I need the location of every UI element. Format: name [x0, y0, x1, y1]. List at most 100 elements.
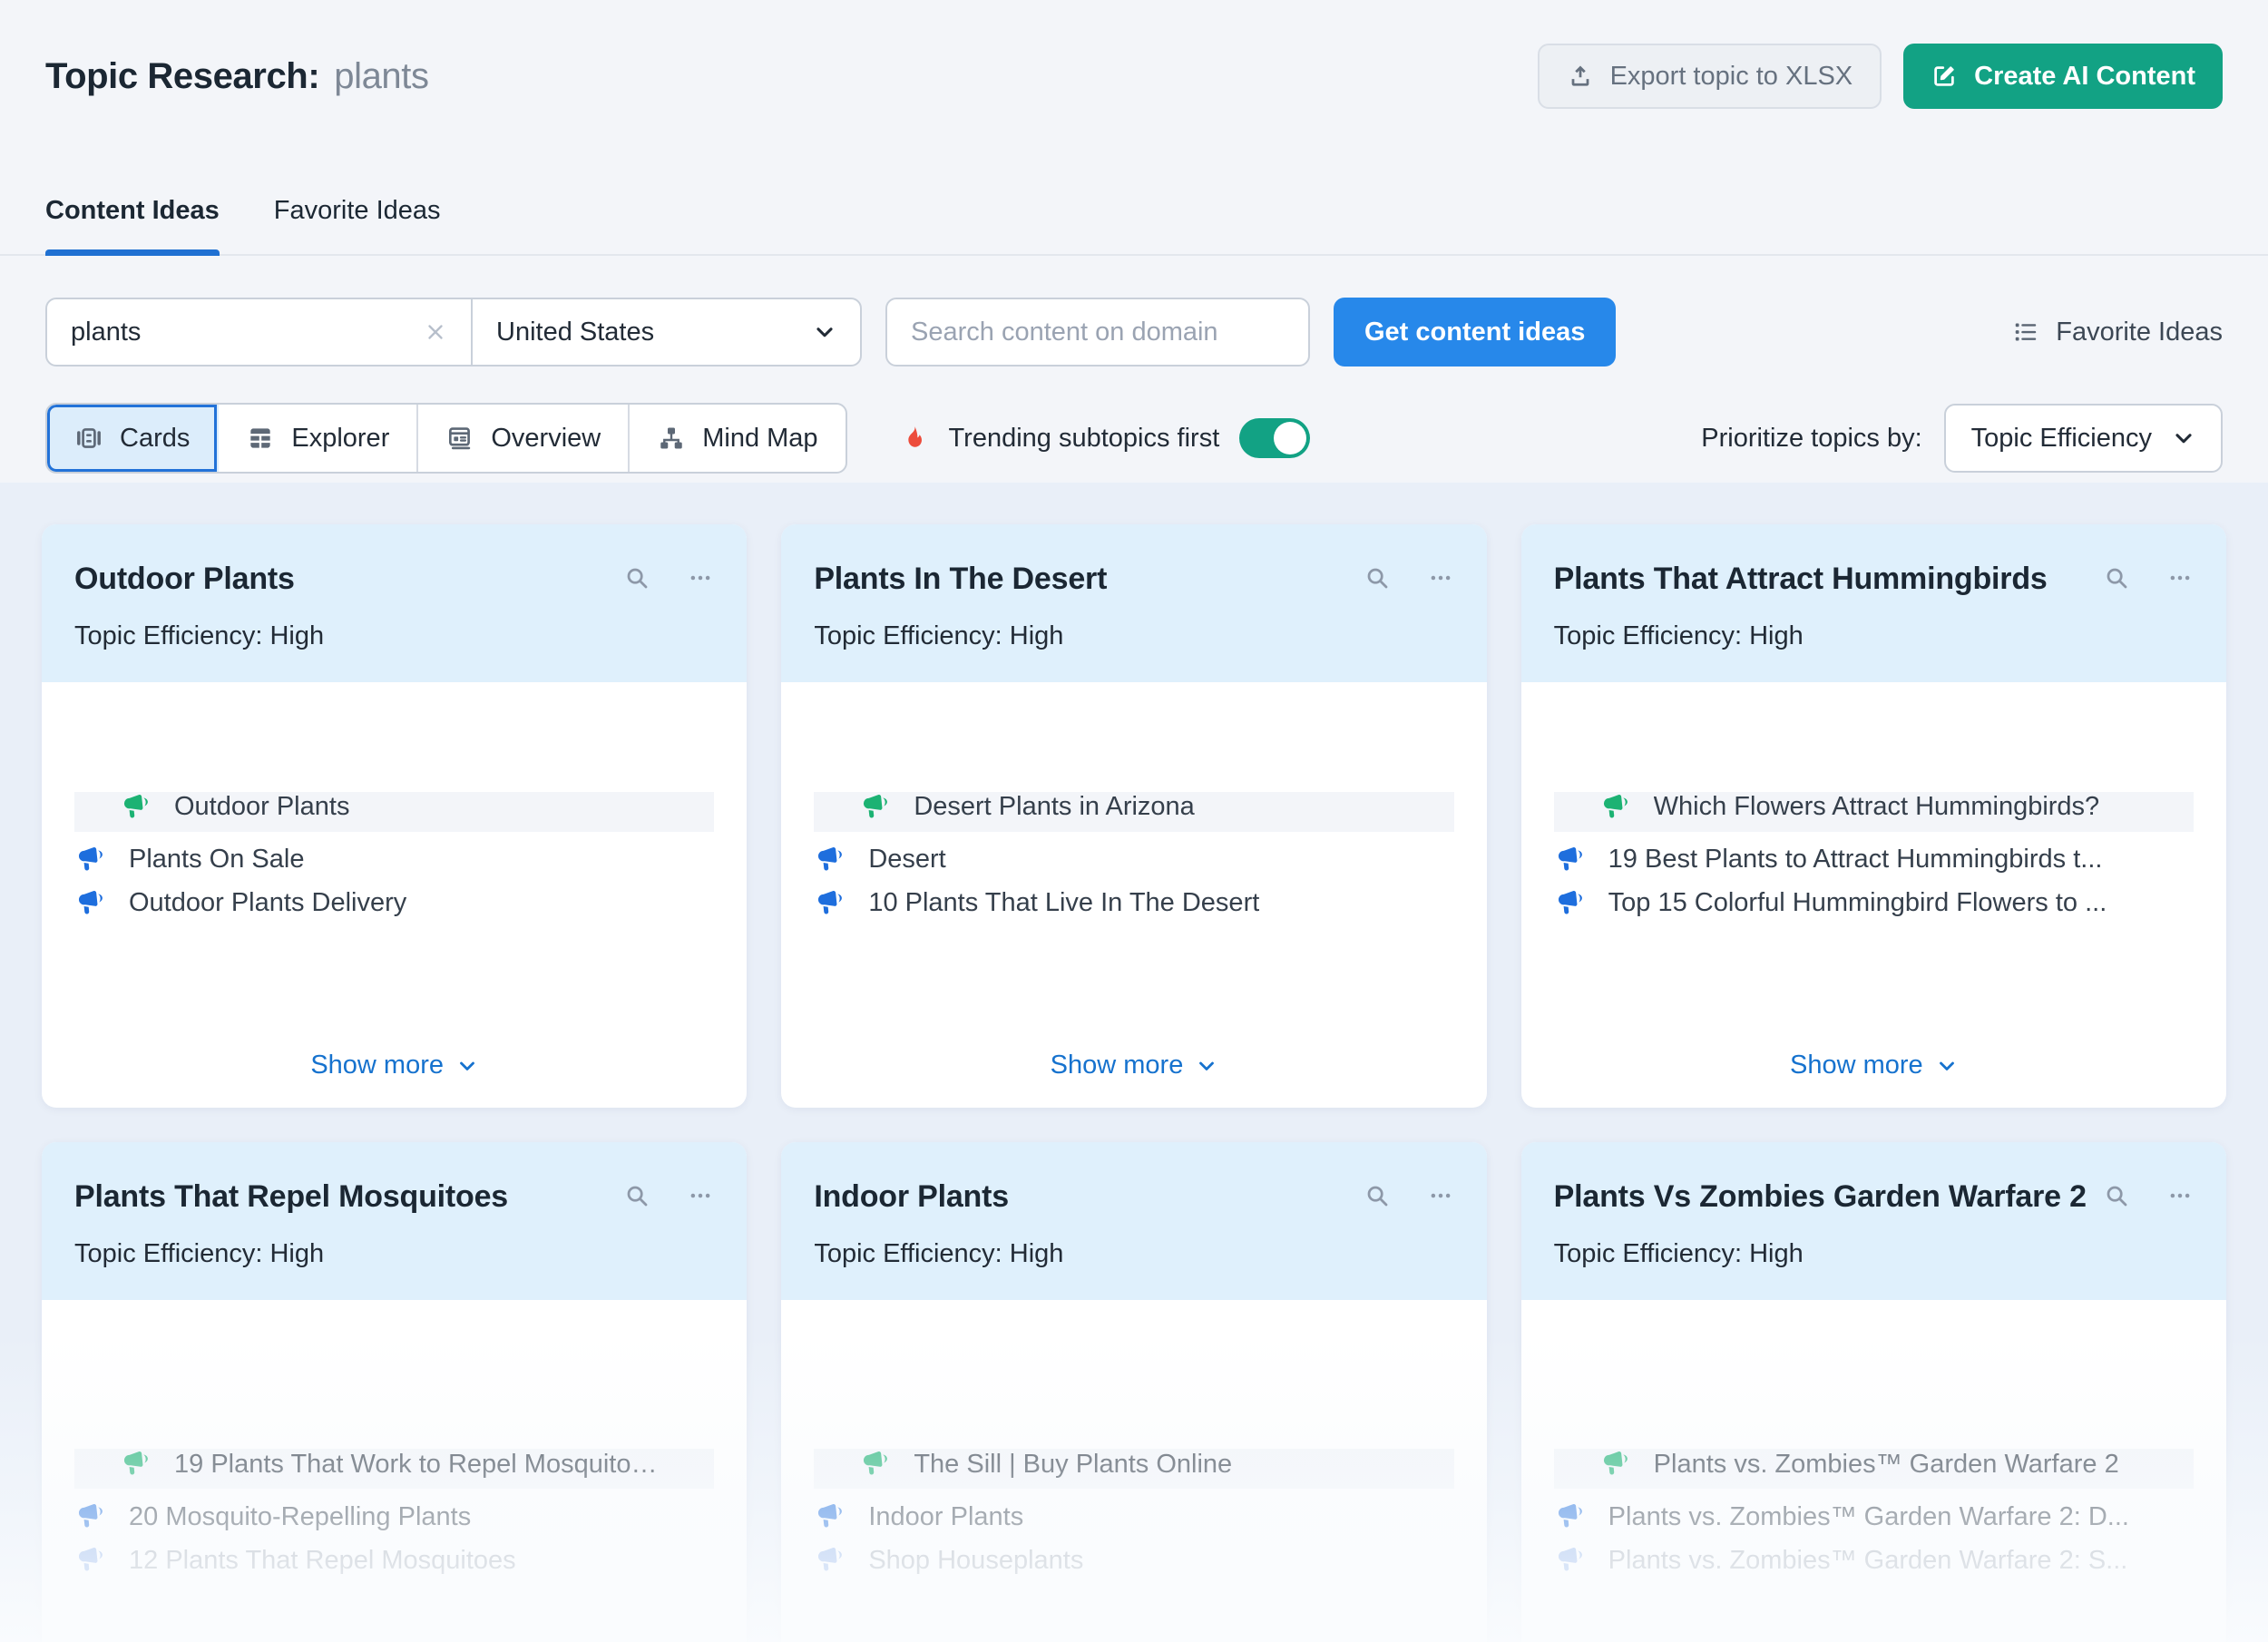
create-ai-content-button[interactable]: Create AI Content: [1903, 44, 2223, 109]
show-more-label: Show more: [310, 1051, 444, 1080]
topic-card-title[interactable]: Plants Vs Zombies Garden Warfare 2: [1554, 1173, 2103, 1221]
domain-search-input[interactable]: [885, 298, 1310, 367]
topic-card-body: Desert Plants in Arizona Desert 10 Plants …: [781, 682, 1486, 1108]
subtopic-item[interactable]: The Sill | Buy Plants Online: [814, 1449, 1453, 1489]
subtopic-item[interactable]: Shop Houseplants: [814, 1545, 1453, 1576]
topic-card-body: Outdoor Plants Plants On Sale Outdoor Plan…: [42, 682, 747, 1108]
view-button-explorer[interactable]: Explorer: [219, 405, 418, 472]
topic-card: Plants In The DesertTopic Efficiency: Hi…: [781, 524, 1486, 1108]
view-toolbar: Cards Explorer Overview Mind Map Trending s…: [45, 403, 2223, 474]
subtopic-item[interactable]: 19 Plants That Work to Repel Mosquitos i…: [74, 1449, 714, 1489]
ellipsis-menu-icon[interactable]: [687, 564, 714, 591]
topic-card-title[interactable]: Plants That Repel Mosquitoes: [74, 1173, 623, 1221]
ellipsis-menu-icon[interactable]: [2166, 564, 2194, 591]
export-topic-button[interactable]: Export topic to XLSX: [1538, 44, 1882, 109]
prioritize-value: Topic Efficiency: [1971, 424, 2152, 454]
keyword-input[interactable]: [71, 318, 413, 347]
tab-favorite-ideas[interactable]: Favorite Ideas: [274, 194, 441, 254]
megaphone-icon: [74, 845, 105, 875]
topic-card-title[interactable]: Plants That Attract Hummingbirds: [1554, 555, 2103, 603]
subtopic-item[interactable]: Desert: [814, 845, 1453, 875]
view-button-overview[interactable]: Overview: [418, 405, 630, 472]
prioritize-select[interactable]: Topic Efficiency: [1944, 404, 2223, 473]
subtopic-item[interactable]: Desert Plants in Arizona: [814, 792, 1453, 832]
topic-card-title[interactable]: Indoor Plants: [814, 1173, 1363, 1221]
table-icon: [246, 424, 275, 453]
country-select[interactable]: United States: [473, 299, 860, 365]
trending-label: Trending subtopics first: [949, 424, 1220, 454]
topic-card-title[interactable]: Plants In The Desert: [814, 555, 1363, 603]
flame-icon: [900, 424, 929, 453]
topic-card-body: Plants vs. Zombies™ Garden Warfare 2 Plan…: [1521, 1300, 2226, 1642]
header-actions: Export topic to XLSX Create AI Content: [1538, 44, 2223, 109]
topic-efficiency-label: Topic Efficiency: High: [1554, 1239, 2194, 1269]
search-icon[interactable]: [2103, 1182, 2130, 1209]
ellipsis-menu-icon[interactable]: [1427, 564, 1454, 591]
topic-card: Plants That Repel MosquitoesTopic Effici…: [42, 1142, 747, 1642]
subtopic-list: The Sill | Buy Plants Online Indoor Plant…: [814, 1436, 1453, 1588]
search-icon[interactable]: [623, 1182, 650, 1209]
subtopic-item[interactable]: Indoor Plants: [814, 1501, 1453, 1532]
page-header-section: Topic Research: plants Export topic to X…: [0, 0, 2268, 483]
cards-icon: [74, 424, 103, 453]
get-content-ideas-button[interactable]: Get content ideas: [1334, 298, 1616, 367]
search-icon[interactable]: [623, 564, 650, 591]
trending-toggle[interactable]: [1239, 418, 1310, 458]
keyword-field: [47, 299, 471, 365]
topic-card-actions: [1364, 564, 1454, 591]
ellipsis-menu-icon[interactable]: [2166, 1182, 2194, 1209]
view-button-label: Mind Map: [702, 424, 817, 454]
chevron-down-icon: [456, 1055, 478, 1077]
megaphone-icon: [1554, 845, 1585, 875]
topic-card-header-top: Plants That Repel Mosquitoes: [74, 1173, 714, 1221]
topic-card-header-top: Plants That Attract Hummingbirds: [1554, 555, 2194, 603]
show-more-button[interactable]: Show more: [814, 1029, 1453, 1108]
subtopic-item-label: 20 Mosquito-Repelling Plants: [129, 1502, 471, 1532]
megaphone-icon: [859, 1449, 890, 1480]
subtopic-item[interactable]: Outdoor Plants Delivery: [74, 888, 714, 919]
tab-content-ideas[interactable]: Content Ideas: [45, 194, 220, 254]
view-button-label: Explorer: [291, 424, 389, 454]
edit-square-icon: [1931, 63, 1958, 90]
megaphone-icon: [120, 1449, 151, 1480]
topic-card-header-top: Outdoor Plants: [74, 555, 714, 603]
topic-card-header: Indoor PlantsTopic Efficiency: High: [781, 1142, 1486, 1300]
subtopic-item-label: 12 Plants That Repel Mosquitoes: [129, 1546, 516, 1576]
ellipsis-menu-icon[interactable]: [687, 1182, 714, 1209]
overview-icon: [445, 424, 474, 453]
search-icon[interactable]: [1364, 564, 1391, 591]
close-icon[interactable]: [424, 320, 447, 344]
topic-card-actions: [1364, 1182, 1454, 1209]
topic-card-body: Which Flowers Attract Hummingbirds? 19 Be…: [1521, 682, 2226, 1108]
subtopic-item[interactable]: Which Flowers Attract Hummingbirds?: [1554, 792, 2194, 832]
favorite-ideas-link[interactable]: Favorite Ideas: [2012, 318, 2223, 347]
ellipsis-menu-icon[interactable]: [1427, 1182, 1454, 1209]
subtopic-item-label: Outdoor Plants Delivery: [129, 888, 406, 918]
subtopic-item-label: Plants vs. Zombies™ Garden Warfare 2: [1654, 1450, 2119, 1480]
search-icon[interactable]: [2103, 564, 2130, 591]
subtopic-item[interactable]: Plants vs. Zombies™ Garden Warfare 2: [1554, 1449, 2194, 1489]
megaphone-icon: [814, 1501, 845, 1532]
subtopic-item[interactable]: 20 Mosquito-Repelling Plants: [74, 1501, 714, 1532]
view-button-mind-map[interactable]: Mind Map: [630, 405, 845, 472]
show-more-button[interactable]: Show more: [74, 1029, 714, 1108]
search-icon[interactable]: [1364, 1182, 1391, 1209]
subtopic-item[interactable]: 12 Plants That Repel Mosquitoes: [74, 1545, 714, 1576]
subtopic-item[interactable]: 10 Plants That Live In The Desert: [814, 888, 1453, 919]
megaphone-icon: [814, 845, 845, 875]
subtopic-item[interactable]: Outdoor Plants: [74, 792, 714, 832]
view-button-cards[interactable]: Cards: [47, 405, 219, 472]
show-more-button[interactable]: Show more: [1554, 1029, 2194, 1108]
megaphone-icon: [1599, 1449, 1630, 1480]
subtopic-item[interactable]: Top 15 Colorful Hummingbird Flowers to .…: [1554, 888, 2194, 919]
topic-card-header-top: Plants In The Desert: [814, 555, 1453, 603]
page-title: Topic Research: plants: [45, 51, 1538, 102]
topic-research-page: Topic Research: plants Export topic to X…: [0, 0, 2268, 1642]
subtopic-item[interactable]: Plants vs. Zombies™ Garden Warfare 2: S.…: [1554, 1545, 2194, 1576]
subtopic-item[interactable]: Plants On Sale: [74, 845, 714, 875]
megaphone-icon: [1599, 792, 1630, 823]
subtopic-item[interactable]: Plants vs. Zombies™ Garden Warfare 2: D.…: [1554, 1501, 2194, 1532]
subtopic-item[interactable]: 19 Best Plants to Attract Hummingbirds t…: [1554, 845, 2194, 875]
topic-card-title[interactable]: Outdoor Plants: [74, 555, 623, 603]
topic-card: Outdoor PlantsTopic Efficiency: HighOutd…: [42, 524, 747, 1108]
